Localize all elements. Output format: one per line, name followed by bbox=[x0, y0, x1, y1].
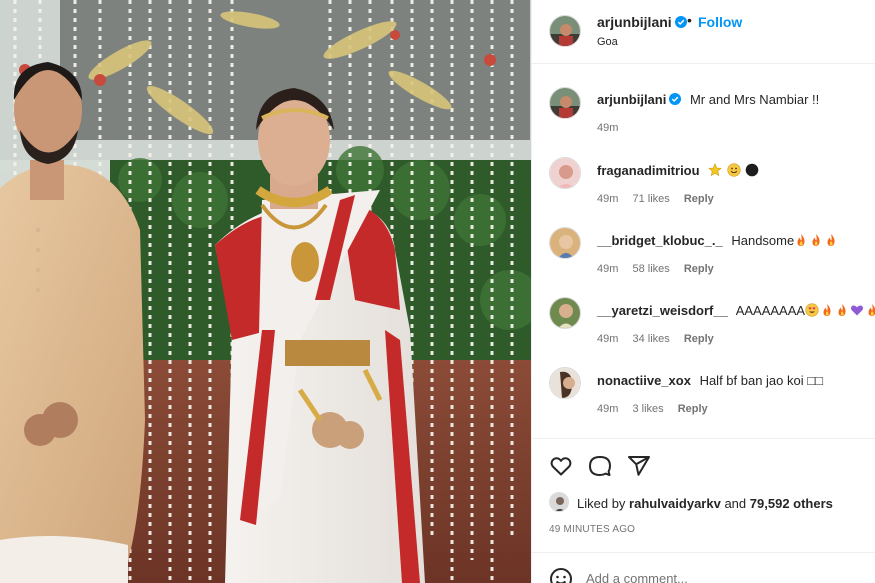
comment-text: Handsome bbox=[731, 233, 795, 248]
caption: arjunbijlani Mr and Mrs Nambiar !! 49m bbox=[532, 87, 875, 147]
comment-item: fraganadimitriou 49m 71 likes Reply bbox=[532, 157, 875, 217]
reply-button[interactable]: Reply bbox=[678, 403, 708, 415]
fire-emoji-icon bbox=[838, 304, 846, 316]
author-avatar[interactable] bbox=[549, 15, 581, 47]
comment-item: __yaretzi_weisdorf__ AAAAAAAA 49m 34 lik… bbox=[532, 297, 875, 357]
reply-button[interactable]: Reply bbox=[684, 333, 714, 345]
comment-username[interactable]: fraganadimitriou bbox=[597, 163, 700, 178]
purple-heart-emoji-icon bbox=[851, 305, 864, 316]
comment-icon[interactable] bbox=[588, 454, 612, 478]
add-comment-bar bbox=[532, 552, 875, 583]
comment-time: 49m bbox=[597, 333, 619, 345]
fire-emoji-icon bbox=[868, 304, 875, 316]
black-circle-emoji-icon bbox=[746, 163, 759, 177]
comment-text: AAAAAAAA bbox=[735, 303, 806, 318]
comment-item: nonactiive_xox Half bf ban jao koi □□ 49… bbox=[532, 367, 875, 427]
comment-time: 49m bbox=[597, 403, 619, 415]
heart-icon[interactable] bbox=[549, 454, 573, 478]
comment-likes[interactable]: 3 likes bbox=[632, 403, 663, 415]
liker-username[interactable]: rahulvaidyarkv bbox=[629, 496, 721, 511]
commenter-avatar[interactable] bbox=[549, 367, 581, 399]
fire-emoji-icon bbox=[827, 234, 835, 246]
commenter-avatar[interactable] bbox=[549, 297, 581, 329]
comment-likes[interactable]: 58 likes bbox=[632, 263, 669, 275]
reply-button[interactable]: Reply bbox=[684, 263, 714, 275]
comment-username[interactable]: __yaretzi_weisdorf__ bbox=[597, 303, 728, 318]
post-side-panel: arjunbijlani • Follow Goa arjunbijlani M… bbox=[531, 0, 875, 583]
emoji-icon[interactable] bbox=[549, 567, 573, 583]
likes-prefix: Liked by bbox=[577, 496, 626, 511]
share-icon[interactable] bbox=[627, 454, 651, 478]
author-username[interactable]: arjunbijlani bbox=[597, 14, 687, 30]
comment-item: __bridget_klobuc_._ Handsome 49m 58 like… bbox=[532, 227, 875, 287]
author-avatar[interactable] bbox=[549, 87, 581, 119]
post-timestamp: 49 MINUTES AGO bbox=[549, 524, 636, 535]
header-separator: • bbox=[687, 12, 692, 28]
heart-eyes-emoji-icon bbox=[805, 303, 819, 317]
verified-badge-icon bbox=[669, 93, 682, 105]
reply-button[interactable]: Reply bbox=[684, 193, 714, 205]
location-link[interactable]: Goa bbox=[597, 36, 618, 48]
likes-middle: and bbox=[724, 496, 747, 511]
comment-username[interactable]: __bridget_klobuc_._ bbox=[597, 233, 723, 248]
fire-emoji-icon bbox=[823, 304, 831, 316]
follow-button[interactable]: Follow bbox=[698, 14, 742, 30]
verified-badge-icon bbox=[674, 16, 687, 28]
likes-summary: Liked by rahulvaidyarkv and 79,592 other… bbox=[549, 492, 869, 516]
post-photo[interactable] bbox=[0, 0, 531, 583]
comment-likes[interactable]: 71 likes bbox=[632, 193, 669, 205]
commenter-avatar[interactable] bbox=[549, 157, 581, 189]
caption-username[interactable]: arjunbijlani bbox=[597, 92, 682, 107]
comment-text: Half bf ban jao koi □□ bbox=[699, 373, 823, 388]
fire-emoji-icon bbox=[797, 234, 805, 246]
action-bar bbox=[532, 438, 875, 488]
caption-text: Mr and Mrs Nambiar !! bbox=[689, 92, 820, 107]
liker-avatar[interactable] bbox=[549, 492, 569, 512]
post-header: arjunbijlani • Follow Goa bbox=[532, 0, 875, 64]
wedding-photo-illustration bbox=[0, 0, 531, 583]
commenter-avatar[interactable] bbox=[549, 227, 581, 259]
caption-time: 49m bbox=[597, 122, 619, 134]
comment-input[interactable] bbox=[586, 567, 826, 583]
comment-username[interactable]: nonactiive_xox bbox=[597, 373, 691, 388]
comment-time: 49m bbox=[597, 193, 619, 205]
star-emoji-icon bbox=[708, 163, 722, 177]
fire-emoji-icon bbox=[812, 234, 820, 246]
likes-count[interactable]: 79,592 others bbox=[750, 496, 833, 511]
smiley-emoji-icon bbox=[727, 163, 741, 177]
comment-time: 49m bbox=[597, 263, 619, 275]
comment-likes[interactable]: 34 likes bbox=[632, 333, 669, 345]
